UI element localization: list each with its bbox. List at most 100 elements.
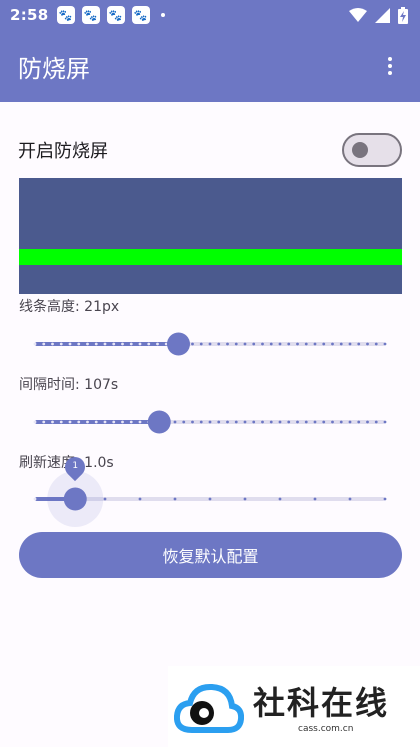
slider-tick xyxy=(217,420,221,424)
slider-tick xyxy=(278,342,282,346)
switch-knob xyxy=(352,142,368,158)
slider-tick xyxy=(68,420,72,424)
preview-line xyxy=(19,249,402,265)
slider-tick xyxy=(226,342,229,346)
slider-tick xyxy=(173,420,177,424)
slider-tick xyxy=(94,420,98,424)
cell-signal-icon xyxy=(375,7,390,23)
slider-tick xyxy=(252,420,256,424)
enable-toggle-row: 开启防烧屏 xyxy=(18,126,402,174)
watermark: 社科在线 cass.com.cn xyxy=(168,666,420,747)
preview-area xyxy=(19,178,402,294)
slider-tick xyxy=(94,342,98,346)
slider-tick xyxy=(234,342,238,346)
slider-graphic xyxy=(33,410,387,434)
slider-tick xyxy=(339,342,343,346)
slider-tick xyxy=(313,497,317,501)
status-icons xyxy=(349,6,408,24)
slider-thumb xyxy=(147,410,171,434)
slider-tick xyxy=(208,420,212,424)
paw-notification-icon: 🐾 xyxy=(106,6,125,24)
slider-tick xyxy=(191,342,194,346)
page-title: 防烧屏 xyxy=(18,54,90,83)
slider-tick xyxy=(339,420,343,424)
slider-tick xyxy=(191,420,194,424)
slider-tick xyxy=(234,420,238,424)
slider-tick xyxy=(129,342,133,346)
slider-tick xyxy=(366,342,369,346)
slider-tick xyxy=(243,420,247,424)
slider-tick xyxy=(33,342,37,346)
interval-slider[interactable] xyxy=(33,402,387,442)
refresh-speed-slider[interactable]: 1 xyxy=(33,452,387,527)
slider-tick xyxy=(59,342,63,346)
slider-tick xyxy=(261,342,264,346)
slider-tick xyxy=(42,342,46,346)
slider-tick xyxy=(357,342,361,346)
slider-tick xyxy=(121,342,124,346)
wifi-icon xyxy=(349,8,367,22)
slider-thumb xyxy=(167,332,190,356)
slider-tick xyxy=(348,497,352,501)
slider-tick xyxy=(366,420,369,424)
line-height-label: 线条高度: 21px xyxy=(19,299,120,315)
slider-tick xyxy=(243,342,247,346)
slider-tick xyxy=(199,342,203,346)
status-bar: 2:58 🐾 🐾 🐾 🐾 xyxy=(0,0,420,30)
slider-tick xyxy=(348,342,352,346)
overflow-menu-icon[interactable] xyxy=(378,46,402,86)
slider-tick xyxy=(278,420,282,424)
slider-tick xyxy=(261,420,264,424)
slider-tick xyxy=(357,420,361,424)
slider-tick xyxy=(287,420,291,424)
line-height-slider[interactable] xyxy=(33,324,387,364)
slider-tick xyxy=(103,497,107,501)
slider-tick xyxy=(138,420,142,424)
slider-tick xyxy=(51,342,54,346)
enable-switch[interactable] xyxy=(342,133,402,167)
slider-tick xyxy=(269,342,273,346)
slider-tick xyxy=(138,497,142,501)
slider-tick xyxy=(59,420,63,424)
slider-tick xyxy=(86,420,89,424)
slider-tick xyxy=(217,342,221,346)
slider-tick xyxy=(156,342,159,346)
slider-tick xyxy=(199,420,203,424)
slider-graphic xyxy=(33,471,387,527)
slider-tick xyxy=(147,342,151,346)
slider-tick xyxy=(331,420,334,424)
slider-tick xyxy=(77,342,81,346)
slider-tick xyxy=(33,497,37,501)
enable-toggle-label: 开启防烧屏 xyxy=(18,141,108,162)
slider-tick xyxy=(348,420,352,424)
battery-charging-icon xyxy=(398,6,408,24)
slider-tick xyxy=(112,420,116,424)
status-time: 2:58 xyxy=(10,6,49,24)
slider-tick xyxy=(313,342,317,346)
slider-tick xyxy=(374,342,378,346)
slider-tick xyxy=(112,342,116,346)
paw-notification-icon: 🐾 xyxy=(131,6,150,24)
more-notifications-dot-icon xyxy=(160,13,165,17)
reset-defaults-button[interactable]: 恢复默认配置 xyxy=(19,532,402,578)
slider-tick xyxy=(278,497,282,501)
slider-tick xyxy=(331,342,334,346)
slider-tick xyxy=(138,342,142,346)
slider-tick xyxy=(243,497,247,501)
paw-notification-icon: 🐾 xyxy=(81,6,100,24)
slider-tick xyxy=(313,420,317,424)
slider-tick xyxy=(42,420,46,424)
slider-tick xyxy=(383,497,387,501)
slider-tick xyxy=(103,342,107,346)
watermark-text: 社科在线 xyxy=(253,684,390,722)
slider-tick xyxy=(296,420,299,424)
app-bar: 防烧屏 xyxy=(0,30,420,102)
slider-tick xyxy=(51,420,54,424)
cloud-logo-icon xyxy=(174,683,244,733)
watermark-domain: cass.com.cn xyxy=(298,724,354,734)
slider-tick xyxy=(208,497,212,501)
slider-tick xyxy=(374,420,378,424)
slider-tick xyxy=(182,420,186,424)
slider-tick xyxy=(296,342,299,346)
slider-tick xyxy=(86,342,89,346)
